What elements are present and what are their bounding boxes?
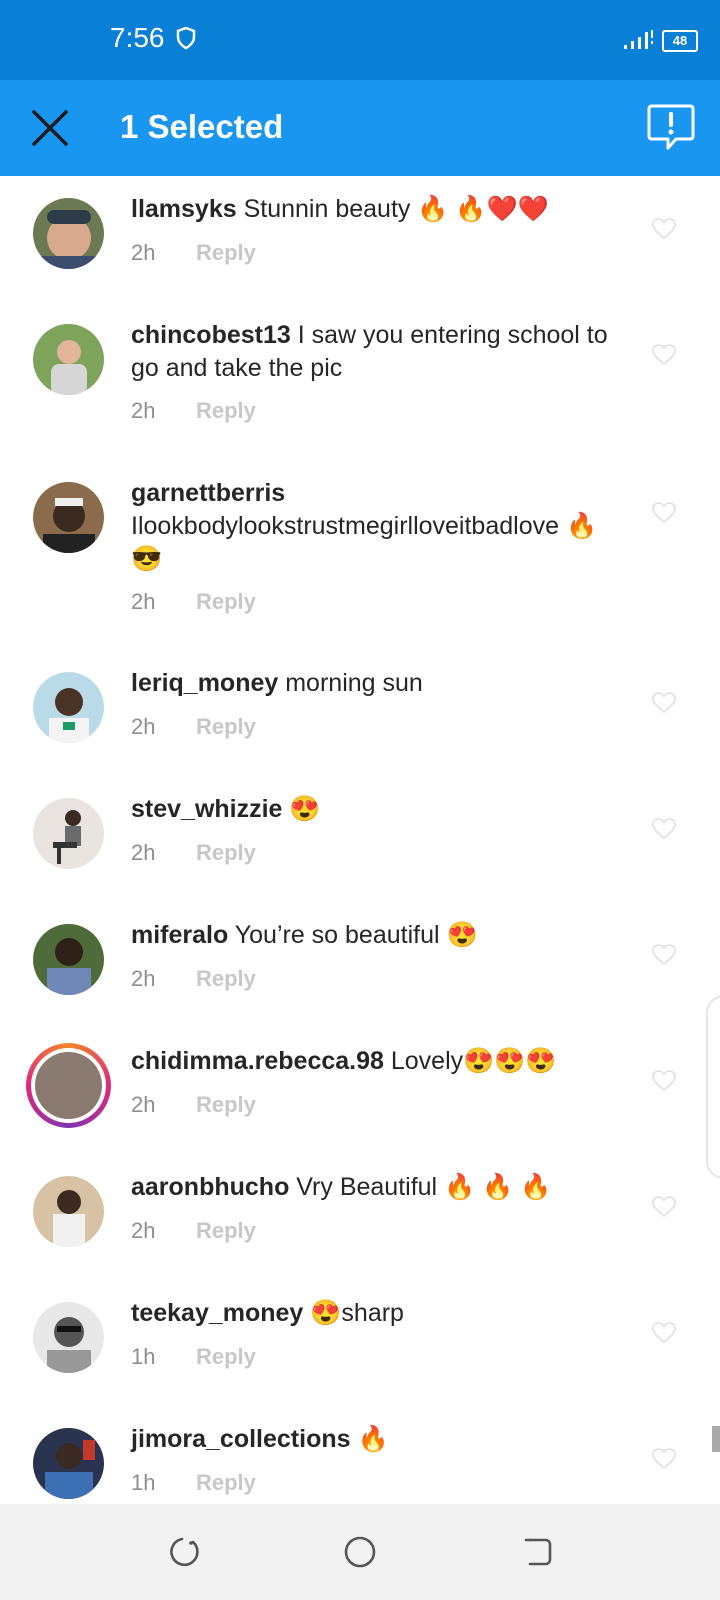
avatar[interactable] <box>33 1428 104 1499</box>
heart-icon[interactable] <box>652 1070 676 1092</box>
comment-body: 😍 <box>289 795 321 823</box>
reply-button[interactable]: Reply <box>196 1218 256 1244</box>
comment-time: 2h <box>131 398 156 423</box>
avatar[interactable] <box>33 672 104 743</box>
comment-text: teekay_money 😍sharp <box>131 1297 626 1330</box>
heart-icon[interactable] <box>652 1196 676 1218</box>
heart-icon[interactable] <box>652 1322 676 1344</box>
heart-icon[interactable] <box>652 818 676 840</box>
comment-text: garnettberris Ilookbodylookstrustmegirll… <box>131 477 626 576</box>
avatar[interactable] <box>33 198 104 269</box>
comment-time: 2h <box>131 589 156 614</box>
comment-username[interactable]: jimora_collections <box>131 1425 351 1453</box>
comment-username[interactable]: aaronbhucho <box>131 1173 289 1201</box>
comment-text: leriq_money morning sun <box>131 667 626 700</box>
selection-action-bar: 1 Selected <box>0 80 720 176</box>
home-icon[interactable] <box>342 1534 378 1570</box>
reply-button[interactable]: Reply <box>196 714 256 740</box>
shield-icon <box>176 26 196 55</box>
comment-text: jimora_collections 🔥 <box>131 1423 626 1456</box>
comment-username[interactable]: miferalo <box>131 921 228 949</box>
heart-icon[interactable] <box>652 502 676 524</box>
avatar[interactable] <box>33 1302 104 1373</box>
back-icon[interactable] <box>520 1534 556 1570</box>
reply-button[interactable]: Reply <box>196 840 256 866</box>
comment-username[interactable]: llamsyks <box>131 195 237 223</box>
avatar-story-ring <box>31 1048 106 1123</box>
comment-text: stev_whizzie 😍 <box>131 793 626 826</box>
comment-body: morning sun <box>285 669 423 697</box>
heart-icon[interactable] <box>652 692 676 714</box>
system-nav-bar <box>0 1504 720 1600</box>
close-icon[interactable] <box>26 104 74 152</box>
reply-button[interactable]: Reply <box>196 966 256 992</box>
reply-button[interactable]: Reply <box>196 1344 256 1370</box>
comment-username[interactable]: leriq_money <box>131 669 278 697</box>
selection-count-title: 1 Selected <box>120 108 284 145</box>
recents-icon[interactable] <box>164 1534 200 1570</box>
comment-text: chidimma.rebecca.98 Lovely😍😍😍 <box>131 1045 626 1078</box>
comment-list: llamsyks Stunnin beauty 🔥 🔥❤️❤️ 2h Reply… <box>0 176 720 1504</box>
scrollbar-thumb[interactable] <box>712 1426 720 1452</box>
status-time: 7:56 <box>110 22 165 53</box>
comment-text: llamsyks Stunnin beauty 🔥 🔥❤️❤️ <box>131 193 626 226</box>
comment-time: 2h <box>131 966 156 991</box>
comment-text: miferalo You’re so beautiful 😍 <box>131 919 626 952</box>
avatar[interactable] <box>26 1043 111 1128</box>
report-icon[interactable] <box>646 102 696 154</box>
heart-icon[interactable] <box>652 944 676 966</box>
floating-side-tab[interactable] <box>706 995 720 1179</box>
heart-icon[interactable] <box>652 344 676 366</box>
comment-body: Vry Beautiful 🔥 🔥 🔥 <box>296 1173 552 1201</box>
avatar[interactable] <box>33 798 104 869</box>
heart-icon[interactable] <box>652 1448 676 1470</box>
comment-text: aaronbhucho Vry Beautiful 🔥 🔥 🔥 <box>131 1171 626 1204</box>
comment-username[interactable]: chincobest13 <box>131 321 291 349</box>
reply-button[interactable]: Reply <box>196 240 256 266</box>
comment-time: 2h <box>131 1092 156 1117</box>
avatar-image <box>35 1052 102 1119</box>
comment-time: 1h <box>131 1344 156 1369</box>
reply-button[interactable]: Reply <box>196 398 256 424</box>
comment-body: Ilookbodylookstrustmegirlloveitbadlove 🔥… <box>131 512 598 573</box>
heart-icon[interactable] <box>652 218 676 240</box>
comment-username[interactable]: teekay_money <box>131 1299 303 1327</box>
reply-button[interactable]: Reply <box>196 1092 256 1118</box>
battery-icon: 48 <box>662 30 698 52</box>
comment-body: You’re so beautiful 😍 <box>234 921 478 949</box>
comment-time: 1h <box>131 1470 156 1495</box>
comment-time: 2h <box>131 714 156 739</box>
comment-username[interactable]: garnettberris <box>131 479 285 507</box>
comment-body: Lovely😍😍😍 <box>390 1047 557 1075</box>
signal-icon <box>624 30 654 55</box>
status-bar: 7:56 48 <box>0 0 720 80</box>
reply-button[interactable]: Reply <box>196 1470 256 1496</box>
comment-username[interactable]: chidimma.rebecca.98 <box>131 1047 384 1075</box>
comment-time: 2h <box>131 240 156 265</box>
comment-body: Stunnin beauty 🔥 🔥❤️❤️ <box>243 195 549 223</box>
comment-text: chincobest13 I saw you entering school t… <box>131 319 626 385</box>
comment-body: 🔥 <box>357 1425 389 1453</box>
comment-username[interactable]: stev_whizzie <box>131 795 282 823</box>
avatar[interactable] <box>33 324 104 395</box>
avatar[interactable] <box>33 1176 104 1247</box>
comment-time: 2h <box>131 840 156 865</box>
avatar[interactable] <box>33 924 104 995</box>
comment-time: 2h <box>131 1218 156 1243</box>
comment-body: 😍sharp <box>310 1299 404 1327</box>
avatar[interactable] <box>33 482 104 553</box>
reply-button[interactable]: Reply <box>196 589 256 615</box>
